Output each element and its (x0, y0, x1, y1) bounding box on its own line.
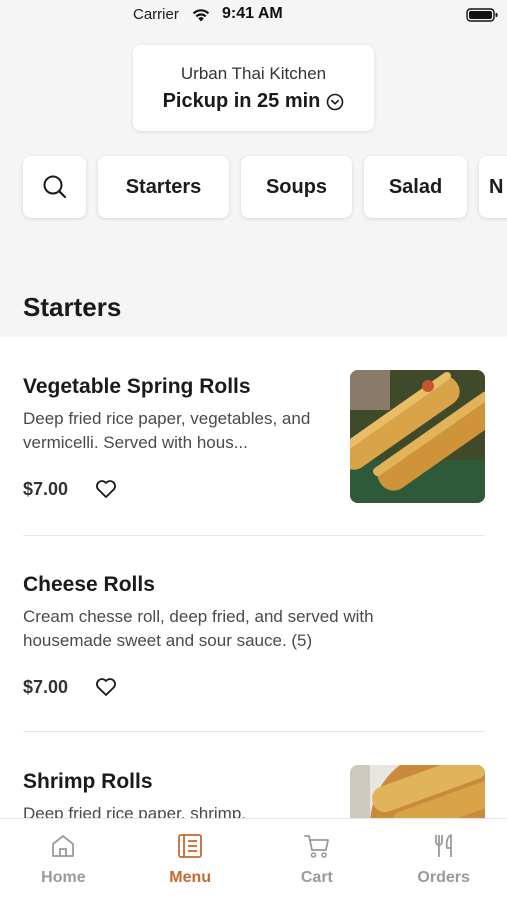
tab-label: Home (41, 869, 86, 886)
tab-cart[interactable]: Cart (254, 819, 381, 900)
heart-icon[interactable] (95, 677, 117, 697)
chevron-down-circle-icon (327, 93, 344, 110)
search-icon (43, 175, 66, 199)
item-price: $7.00 (23, 677, 69, 697)
item-image (350, 765, 485, 818)
status-bar: Carrier 9:41 AM (0, 0, 507, 30)
menu-item[interactable]: Shrimp Rolls Deep fried rice paper, shri… (0, 732, 507, 818)
item-description: Cream chesse roll, deep fried, and serve… (23, 607, 374, 650)
pickup-time-selector[interactable]: Pickup in 25 min (133, 90, 374, 113)
item-name: Shrimp Rolls (23, 770, 153, 793)
item-name: Vegetable Spring Rolls (23, 375, 251, 398)
category-tab-starters[interactable]: Starters (98, 156, 229, 218)
status-time: 9:41 AM (222, 5, 283, 22)
pickup-time-label: Pickup in 25 min (162, 90, 321, 112)
cart-icon (303, 835, 329, 858)
carrier-label: Carrier (133, 6, 179, 23)
tab-label: Orders (417, 869, 470, 886)
tab-label: Menu (169, 869, 212, 886)
category-bar: Starters Soups Salad N (0, 150, 507, 225)
store-name: Urban Thai Kitchen (180, 64, 327, 83)
heart-icon[interactable] (95, 479, 117, 499)
item-price: $7.00 (23, 479, 69, 499)
tab-orders[interactable]: Orders (380, 819, 507, 900)
tab-menu[interactable]: Menu (127, 819, 254, 900)
tab-label: Cart (300, 869, 333, 886)
category-tab-next[interactable]: N (479, 156, 507, 218)
menu-list: Vegetable Spring Rolls Deep fried rice p… (0, 337, 507, 818)
item-image (350, 370, 485, 503)
search-button[interactable] (23, 156, 86, 218)
home-icon (52, 835, 75, 857)
item-description: Deep fried rice paper, shrimp, (23, 804, 246, 818)
category-tab-soups[interactable]: Soups (241, 156, 352, 218)
item-name: Cheese Rolls (23, 573, 155, 596)
menu-book-icon (178, 834, 203, 858)
section-title: Starters (23, 292, 122, 322)
tab-home[interactable]: Home (0, 819, 127, 900)
fork-knife-icon (434, 834, 452, 857)
tab-bar: Home Menu Cart Orders (0, 818, 507, 900)
item-description: Deep fried rice paper, vegetables, and v… (23, 409, 311, 452)
store-pickup-card[interactable]: Urban Thai Kitchen Pickup in 25 min (133, 45, 374, 131)
menu-item[interactable]: Cheese Rolls Cream chesse roll, deep fri… (0, 536, 507, 731)
battery-icon (466, 8, 498, 22)
category-tab-salad[interactable]: Salad (364, 156, 467, 218)
wifi-icon (192, 9, 210, 22)
menu-item[interactable]: Vegetable Spring Rolls Deep fried rice p… (0, 337, 507, 535)
